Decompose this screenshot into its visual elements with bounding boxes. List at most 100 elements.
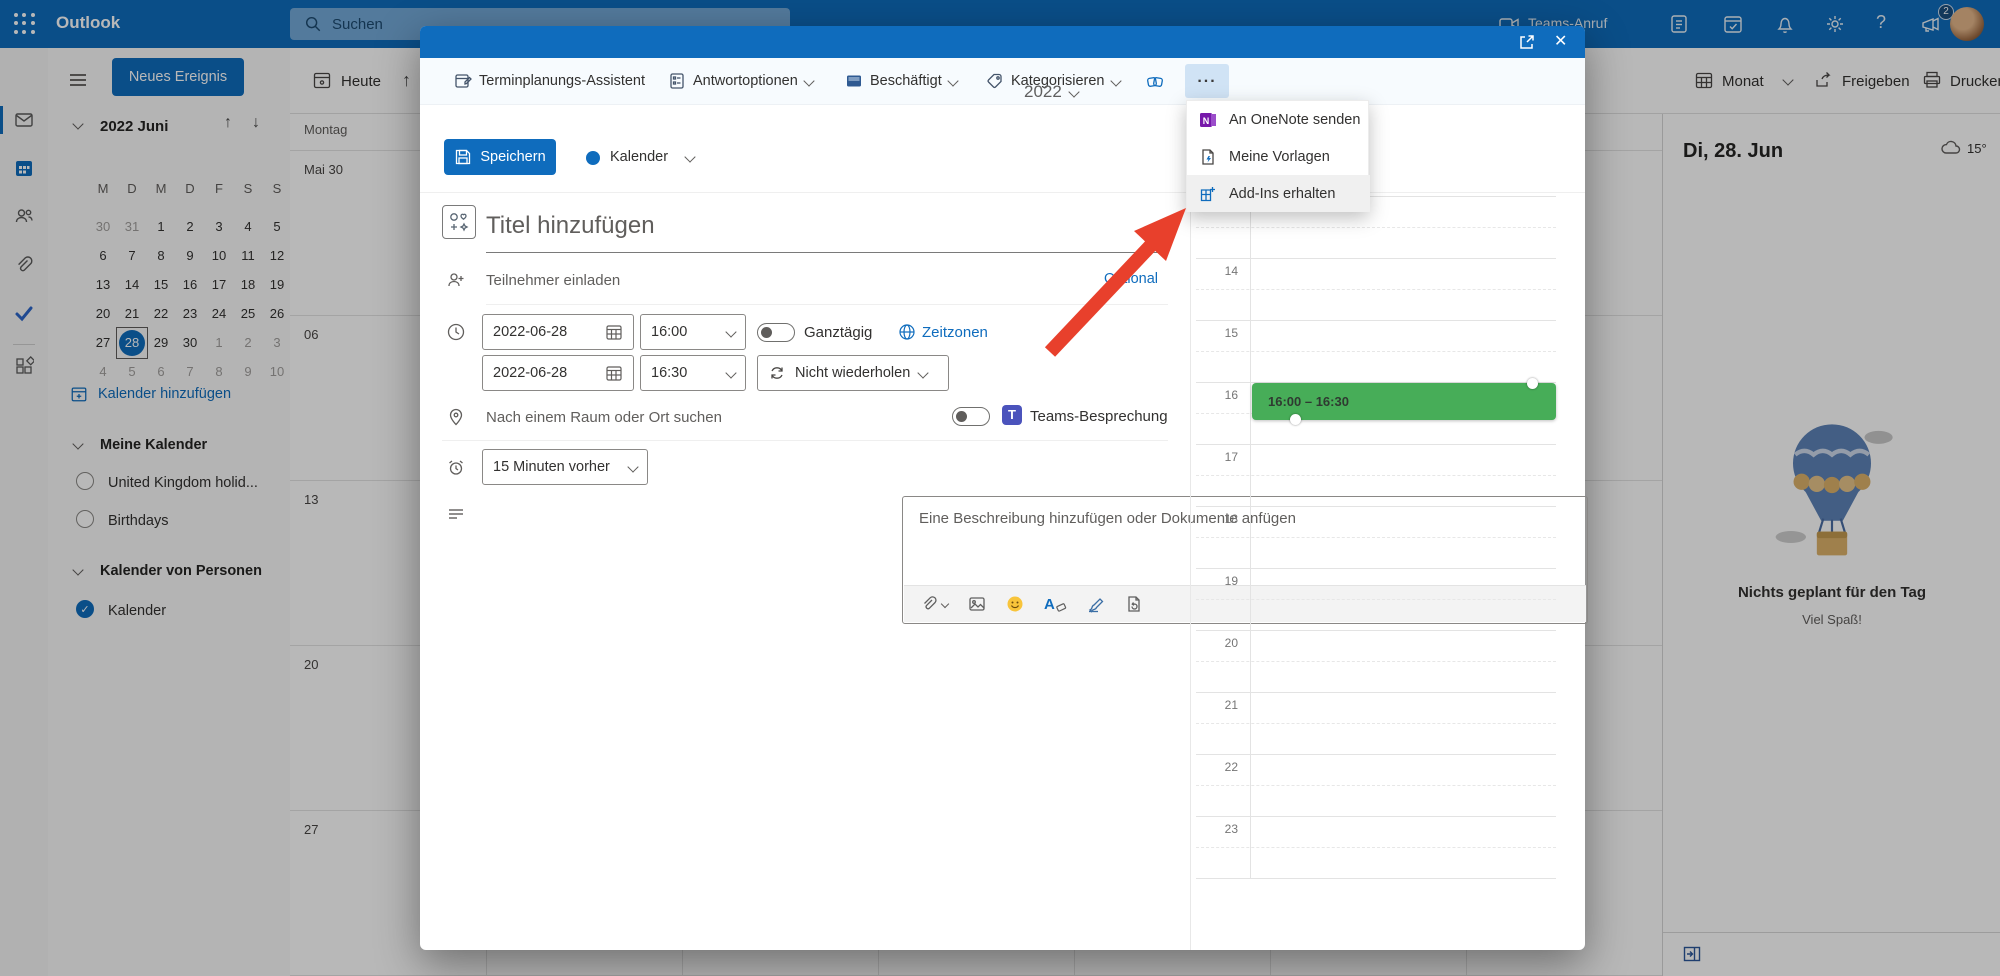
- chevron-down-icon: [725, 367, 736, 378]
- start-time-field[interactable]: 16:00: [640, 314, 746, 350]
- repeat-icon: [768, 364, 786, 382]
- popout-icon[interactable]: [1518, 33, 1536, 51]
- hour-label: 20: [1198, 636, 1238, 650]
- menu-item-get-add-ins[interactable]: Add-Ins erhalten: [1187, 175, 1370, 212]
- hour-line: [1196, 320, 1556, 321]
- half-hour-line: [1196, 227, 1556, 228]
- time-zones-link[interactable]: Zeitzonen: [922, 324, 988, 341]
- hour-line: [1196, 630, 1556, 631]
- response-options-button[interactable]: Antwortoptionen: [668, 72, 813, 90]
- hour-line: [1196, 754, 1556, 755]
- attendees-input[interactable]: Teilnehmer einladen: [486, 272, 620, 289]
- hour-label: 22: [1198, 760, 1238, 774]
- event-charm-picker[interactable]: [442, 205, 476, 239]
- chevron-down-icon: [947, 75, 958, 86]
- chevron-down-icon: [684, 151, 695, 162]
- calendar-color-dot: [586, 151, 600, 165]
- location-pin-icon: [446, 407, 466, 427]
- hour-label: 17: [1198, 450, 1238, 464]
- new-event-dialog: ✕ Terminplanungs-Assistent Antwortoption…: [420, 26, 1585, 950]
- outlook-calendar-app: Outlook Suchen Teams-Anruf ? 2: [0, 0, 2000, 976]
- globe-icon: [898, 323, 916, 341]
- preview-event-block[interactable]: 16:00 – 16:30: [1252, 383, 1556, 420]
- hour-line: [1196, 506, 1556, 507]
- template-document-icon: [1199, 148, 1217, 166]
- chevron-down-icon: [1110, 75, 1121, 86]
- hour-line: [1196, 692, 1556, 693]
- dialog-title-bar[interactable]: ✕: [420, 26, 1585, 58]
- day-preview-grid[interactable]: 1415161718192021222316:00 – 16:30: [1190, 196, 1585, 886]
- more-options-menu: N An OneNote senden Meine Vorlagen Add-I…: [1186, 100, 1369, 212]
- hour-line: [1196, 816, 1556, 817]
- chevron-down-icon: [1068, 86, 1079, 97]
- svg-text:N: N: [1203, 116, 1210, 126]
- event-resize-handle-top[interactable]: [1527, 378, 1538, 389]
- teams-meeting-toggle[interactable]: [952, 407, 990, 426]
- hour-label: 18: [1198, 512, 1238, 526]
- attach-icon[interactable]: [920, 595, 938, 613]
- more-options-button[interactable]: ...: [1185, 64, 1229, 98]
- busy-status-icon: [845, 72, 863, 90]
- calendar-picker[interactable]: Kalender: [610, 149, 668, 165]
- half-hour-line: [1196, 661, 1556, 662]
- reminder-dropdown[interactable]: 15 Minuten vorher: [482, 449, 648, 485]
- repeat-dropdown[interactable]: Nicht wiederholen: [757, 355, 949, 391]
- save-button[interactable]: Speichern: [444, 139, 556, 175]
- poll-icon[interactable]: [1146, 73, 1164, 91]
- hour-label: 21: [1198, 698, 1238, 712]
- emoji-icon[interactable]: [1006, 595, 1024, 613]
- chevron-down-icon: [918, 367, 929, 378]
- half-hour-line: [1196, 351, 1556, 352]
- hour-line: [1196, 568, 1556, 569]
- location-input[interactable]: Nach einem Raum oder Ort suchen: [486, 409, 722, 426]
- reminder-bell-icon: [446, 458, 466, 478]
- charm-grid-icon: [443, 206, 475, 238]
- tag-icon: [986, 72, 1004, 90]
- hour-label: 19: [1198, 574, 1238, 588]
- menu-item-send-to-onenote[interactable]: N An OneNote senden: [1187, 101, 1370, 138]
- scheduling-assistant-button[interactable]: Terminplanungs-Assistent: [454, 72, 645, 90]
- form-divider: [442, 440, 1168, 441]
- all-day-label: Ganztägig: [804, 324, 872, 341]
- save-icon: [454, 148, 472, 166]
- hour-line: [1196, 878, 1556, 879]
- insert-image-icon[interactable]: [968, 595, 986, 613]
- teams-meeting-label: Teams-Besprechung: [1030, 408, 1168, 425]
- busy-status-button[interactable]: Beschäftigt: [845, 72, 957, 90]
- preview-event-label: 16:00 – 16:30: [1268, 394, 1349, 409]
- draw-pen-icon[interactable]: [1087, 595, 1105, 613]
- chevron-down-icon[interactable]: [941, 600, 949, 608]
- close-icon[interactable]: ✕: [1554, 31, 1567, 51]
- half-hour-line: [1196, 723, 1556, 724]
- end-date-field[interactable]: 2022-06-28: [482, 355, 634, 391]
- half-hour-line: [1196, 537, 1556, 538]
- chevron-down-icon: [725, 326, 736, 337]
- hour-line: [1196, 444, 1556, 445]
- half-hour-line: [1196, 289, 1556, 290]
- clear-format-icon[interactable]: A: [1044, 596, 1067, 613]
- start-date-field[interactable]: 2022-06-28: [482, 314, 634, 350]
- invite-attendees-icon: [446, 270, 466, 290]
- dialog-toolbar: Terminplanungs-Assistent Antwortoptionen…: [420, 58, 1585, 105]
- hour-line: [1196, 258, 1556, 259]
- title-input[interactable]: Titel hinzufügen: [486, 212, 655, 240]
- all-day-toggle[interactable]: [757, 323, 795, 342]
- date-picker-icon[interactable]: [605, 364, 623, 382]
- response-options-icon: [668, 72, 686, 90]
- insert-document-icon[interactable]: [1125, 595, 1143, 613]
- annotation-arrow: [1010, 190, 1210, 370]
- preview-date-header[interactable]: 2022: [1024, 82, 1078, 102]
- description-lines-icon: [446, 504, 466, 524]
- chevron-down-icon: [803, 75, 814, 86]
- hour-label: 23: [1198, 822, 1238, 836]
- date-picker-icon[interactable]: [605, 323, 623, 341]
- hour-label: 16: [1198, 388, 1238, 402]
- onenote-icon: N: [1199, 111, 1217, 129]
- half-hour-line: [1196, 475, 1556, 476]
- half-hour-line: [1196, 599, 1556, 600]
- half-hour-line: [1196, 785, 1556, 786]
- menu-item-my-templates[interactable]: Meine Vorlagen: [1187, 138, 1370, 175]
- scheduling-assistant-icon: [454, 72, 472, 90]
- end-time-field[interactable]: 16:30: [640, 355, 746, 391]
- event-resize-handle-bottom[interactable]: [1290, 414, 1301, 425]
